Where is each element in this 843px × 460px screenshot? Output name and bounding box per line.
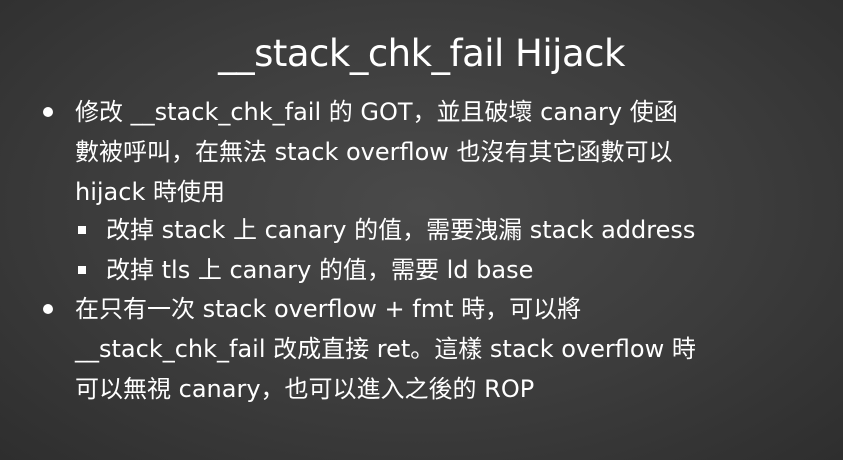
square-bullet-icon xyxy=(78,226,86,234)
sub-bullet-text: 改掉 tls 上 canary 的值，需要 ld base xyxy=(106,256,534,284)
bullet-text-line: 數被呼叫，在無法 stack overflow 也沒有其它函數可以 xyxy=(75,138,673,166)
bullet-text-line: __stack_chk_fail 改成直接 ret。這樣 stack overf… xyxy=(75,335,696,363)
bullet-text-line: hijack 時使用 xyxy=(75,178,225,206)
slide: __stack_chk_fail Hijack 修改 __stack_chk_f… xyxy=(0,0,843,460)
bullet-item: 在只有一次 stack overflow + fmt 時，可以將 __stack… xyxy=(43,289,815,409)
bullet-text-line: 修改 __stack_chk_fail 的 GOT，並且破壞 canary 使函 xyxy=(75,98,678,126)
bullet-item: 修改 __stack_chk_fail 的 GOT，並且破壞 canary 使函… xyxy=(43,92,815,212)
square-bullet-icon xyxy=(78,266,86,274)
bullet-text-line: 在只有一次 stack overflow + fmt 時，可以將 xyxy=(75,295,582,323)
slide-title: __stack_chk_fail Hijack xyxy=(218,32,625,75)
sub-bullet-item: 改掉 stack 上 canary 的值，需要洩漏 stack address xyxy=(78,210,826,250)
sub-bullet-text: 改掉 stack 上 canary 的值，需要洩漏 stack address xyxy=(106,216,696,244)
bullet-dot-icon xyxy=(43,304,53,314)
bullet-dot-icon xyxy=(43,107,53,117)
bullet-text-line: 可以無視 canary，也可以進入之後的 ROP xyxy=(75,375,535,403)
sub-bullet-item: 改掉 tls 上 canary 的值，需要 ld base xyxy=(78,250,826,290)
